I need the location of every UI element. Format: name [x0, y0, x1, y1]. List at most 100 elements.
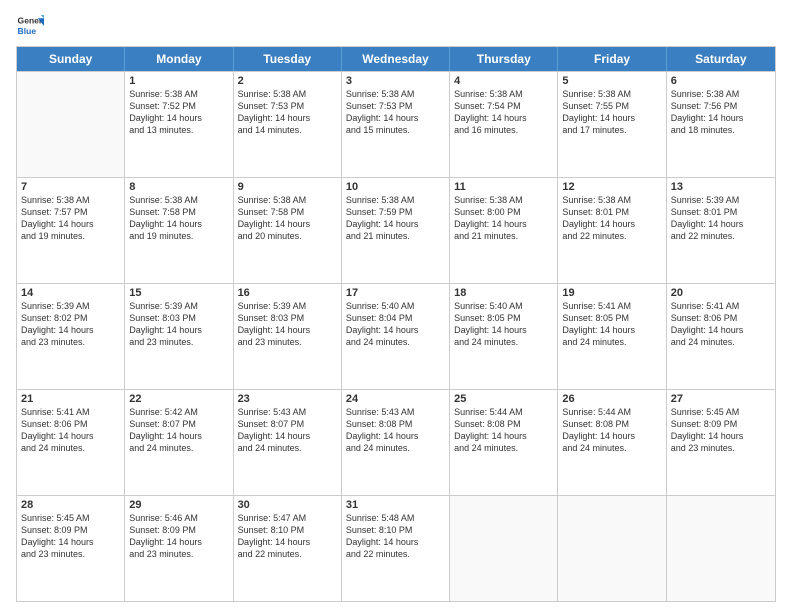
cal-cell-3-0: 21Sunrise: 5:41 AM Sunset: 8:06 PM Dayli… [17, 390, 125, 495]
cal-cell-0-6: 6Sunrise: 5:38 AM Sunset: 7:56 PM Daylig… [667, 72, 775, 177]
cell-info: Sunrise: 5:38 AM Sunset: 7:58 PM Dayligh… [129, 194, 228, 243]
cal-cell-2-0: 14Sunrise: 5:39 AM Sunset: 8:02 PM Dayli… [17, 284, 125, 389]
cal-cell-2-2: 16Sunrise: 5:39 AM Sunset: 8:03 PM Dayli… [234, 284, 342, 389]
day-number: 26 [562, 393, 661, 405]
header-cell-saturday: Saturday [667, 47, 775, 71]
cell-info: Sunrise: 5:38 AM Sunset: 7:59 PM Dayligh… [346, 194, 445, 243]
day-number: 13 [671, 181, 771, 193]
day-number: 9 [238, 181, 337, 193]
cell-info: Sunrise: 5:39 AM Sunset: 8:02 PM Dayligh… [21, 300, 120, 349]
cell-info: Sunrise: 5:38 AM Sunset: 7:56 PM Dayligh… [671, 88, 771, 137]
cell-info: Sunrise: 5:38 AM Sunset: 7:52 PM Dayligh… [129, 88, 228, 137]
cal-cell-1-5: 12Sunrise: 5:38 AM Sunset: 8:01 PM Dayli… [558, 178, 666, 283]
cell-info: Sunrise: 5:48 AM Sunset: 8:10 PM Dayligh… [346, 512, 445, 561]
cal-cell-2-3: 17Sunrise: 5:40 AM Sunset: 8:04 PM Dayli… [342, 284, 450, 389]
cal-row-2: 14Sunrise: 5:39 AM Sunset: 8:02 PM Dayli… [17, 283, 775, 389]
cal-cell-1-2: 9Sunrise: 5:38 AM Sunset: 7:58 PM Daylig… [234, 178, 342, 283]
cal-cell-4-4 [450, 496, 558, 601]
header-cell-tuesday: Tuesday [234, 47, 342, 71]
cal-row-1: 7Sunrise: 5:38 AM Sunset: 7:57 PM Daylig… [17, 177, 775, 283]
cal-row-4: 28Sunrise: 5:45 AM Sunset: 8:09 PM Dayli… [17, 495, 775, 601]
day-number: 10 [346, 181, 445, 193]
cell-info: Sunrise: 5:41 AM Sunset: 8:06 PM Dayligh… [21, 406, 120, 455]
cal-cell-0-3: 3Sunrise: 5:38 AM Sunset: 7:53 PM Daylig… [342, 72, 450, 177]
cal-cell-1-4: 11Sunrise: 5:38 AM Sunset: 8:00 PM Dayli… [450, 178, 558, 283]
header-cell-sunday: Sunday [17, 47, 125, 71]
day-number: 24 [346, 393, 445, 405]
day-number: 8 [129, 181, 228, 193]
cal-cell-2-5: 19Sunrise: 5:41 AM Sunset: 8:05 PM Dayli… [558, 284, 666, 389]
calendar-body: 1Sunrise: 5:38 AM Sunset: 7:52 PM Daylig… [17, 71, 775, 601]
cal-cell-4-2: 30Sunrise: 5:47 AM Sunset: 8:10 PM Dayli… [234, 496, 342, 601]
cal-cell-0-4: 4Sunrise: 5:38 AM Sunset: 7:54 PM Daylig… [450, 72, 558, 177]
day-number: 31 [346, 499, 445, 511]
page: General Blue SundayMondayTuesdayWednesda… [0, 0, 792, 612]
day-number: 4 [454, 75, 553, 87]
cell-info: Sunrise: 5:38 AM Sunset: 7:55 PM Dayligh… [562, 88, 661, 137]
cal-cell-4-0: 28Sunrise: 5:45 AM Sunset: 8:09 PM Dayli… [17, 496, 125, 601]
cal-cell-3-1: 22Sunrise: 5:42 AM Sunset: 8:07 PM Dayli… [125, 390, 233, 495]
cell-info: Sunrise: 5:42 AM Sunset: 8:07 PM Dayligh… [129, 406, 228, 455]
cal-cell-1-3: 10Sunrise: 5:38 AM Sunset: 7:59 PM Dayli… [342, 178, 450, 283]
day-number: 12 [562, 181, 661, 193]
cal-cell-2-1: 15Sunrise: 5:39 AM Sunset: 8:03 PM Dayli… [125, 284, 233, 389]
cal-cell-3-5: 26Sunrise: 5:44 AM Sunset: 8:08 PM Dayli… [558, 390, 666, 495]
cell-info: Sunrise: 5:40 AM Sunset: 8:04 PM Dayligh… [346, 300, 445, 349]
cal-cell-2-4: 18Sunrise: 5:40 AM Sunset: 8:05 PM Dayli… [450, 284, 558, 389]
cell-info: Sunrise: 5:38 AM Sunset: 7:54 PM Dayligh… [454, 88, 553, 137]
cal-cell-3-3: 24Sunrise: 5:43 AM Sunset: 8:08 PM Dayli… [342, 390, 450, 495]
day-number: 7 [21, 181, 120, 193]
cal-cell-4-3: 31Sunrise: 5:48 AM Sunset: 8:10 PM Dayli… [342, 496, 450, 601]
header-cell-friday: Friday [558, 47, 666, 71]
cell-info: Sunrise: 5:45 AM Sunset: 8:09 PM Dayligh… [21, 512, 120, 561]
header: General Blue [16, 12, 776, 40]
day-number: 30 [238, 499, 337, 511]
cell-info: Sunrise: 5:44 AM Sunset: 8:08 PM Dayligh… [562, 406, 661, 455]
cell-info: Sunrise: 5:47 AM Sunset: 8:10 PM Dayligh… [238, 512, 337, 561]
cal-cell-0-5: 5Sunrise: 5:38 AM Sunset: 7:55 PM Daylig… [558, 72, 666, 177]
cell-info: Sunrise: 5:38 AM Sunset: 8:01 PM Dayligh… [562, 194, 661, 243]
day-number: 19 [562, 287, 661, 299]
day-number: 6 [671, 75, 771, 87]
cal-row-0: 1Sunrise: 5:38 AM Sunset: 7:52 PM Daylig… [17, 71, 775, 177]
day-number: 11 [454, 181, 553, 193]
day-number: 15 [129, 287, 228, 299]
day-number: 29 [129, 499, 228, 511]
day-number: 18 [454, 287, 553, 299]
cell-info: Sunrise: 5:39 AM Sunset: 8:03 PM Dayligh… [129, 300, 228, 349]
day-number: 28 [21, 499, 120, 511]
day-number: 16 [238, 287, 337, 299]
cal-row-3: 21Sunrise: 5:41 AM Sunset: 8:06 PM Dayli… [17, 389, 775, 495]
day-number: 23 [238, 393, 337, 405]
svg-text:Blue: Blue [18, 26, 37, 36]
cal-cell-0-1: 1Sunrise: 5:38 AM Sunset: 7:52 PM Daylig… [125, 72, 233, 177]
cal-cell-4-5 [558, 496, 666, 601]
cell-info: Sunrise: 5:38 AM Sunset: 7:57 PM Dayligh… [21, 194, 120, 243]
cal-cell-3-6: 27Sunrise: 5:45 AM Sunset: 8:09 PM Dayli… [667, 390, 775, 495]
day-number: 3 [346, 75, 445, 87]
cell-info: Sunrise: 5:38 AM Sunset: 8:00 PM Dayligh… [454, 194, 553, 243]
cell-info: Sunrise: 5:39 AM Sunset: 8:01 PM Dayligh… [671, 194, 771, 243]
cal-cell-4-6 [667, 496, 775, 601]
header-cell-thursday: Thursday [450, 47, 558, 71]
cell-info: Sunrise: 5:38 AM Sunset: 7:53 PM Dayligh… [346, 88, 445, 137]
day-number: 27 [671, 393, 771, 405]
day-number: 1 [129, 75, 228, 87]
cal-cell-1-1: 8Sunrise: 5:38 AM Sunset: 7:58 PM Daylig… [125, 178, 233, 283]
cal-cell-1-6: 13Sunrise: 5:39 AM Sunset: 8:01 PM Dayli… [667, 178, 775, 283]
cell-info: Sunrise: 5:43 AM Sunset: 8:07 PM Dayligh… [238, 406, 337, 455]
cell-info: Sunrise: 5:46 AM Sunset: 8:09 PM Dayligh… [129, 512, 228, 561]
day-number: 20 [671, 287, 771, 299]
calendar: SundayMondayTuesdayWednesdayThursdayFrid… [16, 46, 776, 602]
day-number: 2 [238, 75, 337, 87]
day-number: 21 [21, 393, 120, 405]
cell-info: Sunrise: 5:39 AM Sunset: 8:03 PM Dayligh… [238, 300, 337, 349]
cell-info: Sunrise: 5:41 AM Sunset: 8:05 PM Dayligh… [562, 300, 661, 349]
day-number: 25 [454, 393, 553, 405]
day-number: 14 [21, 287, 120, 299]
header-cell-wednesday: Wednesday [342, 47, 450, 71]
cal-cell-4-1: 29Sunrise: 5:46 AM Sunset: 8:09 PM Dayli… [125, 496, 233, 601]
cal-cell-0-0 [17, 72, 125, 177]
cell-info: Sunrise: 5:40 AM Sunset: 8:05 PM Dayligh… [454, 300, 553, 349]
cell-info: Sunrise: 5:43 AM Sunset: 8:08 PM Dayligh… [346, 406, 445, 455]
